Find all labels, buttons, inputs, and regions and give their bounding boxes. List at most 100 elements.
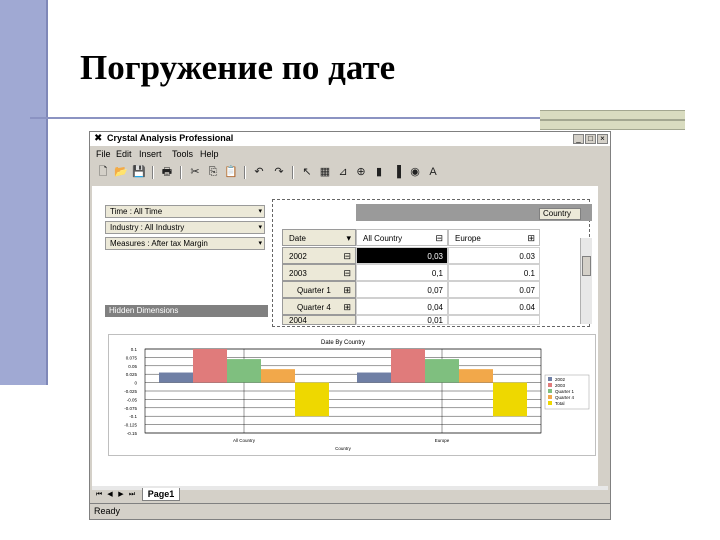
- legend-label: 2002: [555, 377, 566, 382]
- chart-bar-icon[interactable]: ▮: [372, 165, 386, 179]
- title-underline: [30, 117, 540, 119]
- chart-container[interactable]: Date By Country 0.1 0.075 0.05 0.025 0 -0.025 -…: [108, 334, 596, 456]
- chevron-down-icon[interactable]: ▾: [346, 230, 351, 245]
- window-title: Crystal Analysis Professional: [107, 133, 234, 143]
- menu-insert[interactable]: Insert: [139, 149, 162, 159]
- legend-swatch: [548, 395, 552, 399]
- y-tick-label: 0.05: [128, 364, 137, 369]
- chart-bar: [227, 359, 261, 383]
- scrollbar-thumb[interactable]: [582, 256, 591, 276]
- main-toolbar: 🗋 📂 💾 🖶 ✂ ⎘ 📋 ↶ ↷ ↖ ▦ ⊿ ⊕ ▮ ▐ ◉ A: [92, 163, 608, 183]
- window-titlebar[interactable]: ✖ Crystal Analysis Professional _ □ ×: [90, 132, 610, 146]
- paste-icon[interactable]: 📋: [224, 165, 238, 179]
- maximize-button[interactable]: □: [585, 134, 596, 144]
- menu-edit[interactable]: Edit: [116, 149, 132, 159]
- dimension-industry[interactable]: Industry : All Industry ▾: [105, 221, 265, 234]
- y-tick-label: 0: [134, 381, 137, 386]
- last-sheet-icon[interactable]: ⏭: [127, 489, 137, 500]
- grid-cell[interactable]: 0.07: [448, 281, 540, 298]
- column-header-all-country[interactable]: All Country ⊟: [356, 229, 448, 246]
- toolbar-separator: [152, 166, 154, 179]
- prev-sheet-icon[interactable]: ◀: [105, 489, 115, 500]
- legend-swatch: [548, 401, 552, 405]
- sheet-tab-page1[interactable]: Page1: [142, 488, 180, 501]
- legend-swatch: [548, 383, 552, 387]
- grid-cell[interactable]: [448, 315, 540, 325]
- country-dimension-button[interactable]: Country: [539, 208, 581, 220]
- grid-vertical-scrollbar[interactable]: [580, 238, 592, 324]
- grid-cell[interactable]: 0,03: [356, 247, 448, 264]
- row-label: 2004: [289, 316, 307, 325]
- row-header-2002[interactable]: 2002 ⊟: [282, 247, 356, 264]
- dimension-label: Industry : All Industry: [110, 223, 185, 232]
- first-sheet-icon[interactable]: ⏮: [94, 489, 104, 500]
- insert-chart-icon[interactable]: ⊿: [336, 165, 350, 179]
- grid-cell[interactable]: 0.1: [448, 264, 540, 281]
- dimension-time[interactable]: Time : All Time ▾: [105, 205, 265, 218]
- row-header-2003[interactable]: 2003 ⊟: [282, 264, 356, 281]
- dimension-label: Time : All Time: [110, 207, 163, 216]
- chevron-down-icon[interactable]: ▾: [258, 222, 262, 233]
- app-logo-icon: ✖: [94, 133, 103, 144]
- row-dimension-label: Date: [289, 234, 306, 243]
- pointer-icon[interactable]: ↖: [300, 165, 314, 179]
- cut-icon[interactable]: ✂: [188, 165, 202, 179]
- zoom-icon[interactable]: ⊕: [354, 165, 368, 179]
- chart-bar: [459, 369, 493, 383]
- expand-icon[interactable]: ⊞: [343, 282, 351, 297]
- grid-cell[interactable]: 0,01: [356, 315, 448, 325]
- row-label: 2002: [289, 252, 307, 261]
- report-workspace: Time : All Time ▾ Industry : All Industr…: [92, 186, 598, 486]
- minimize-button[interactable]: _: [573, 134, 584, 144]
- expand-icon[interactable]: ⊞: [527, 230, 535, 245]
- chart-bar: [295, 382, 329, 417]
- collapse-icon[interactable]: ⊟: [343, 248, 351, 263]
- grid-cell[interactable]: 0,1: [356, 264, 448, 281]
- palette-icon[interactable]: ◉: [408, 165, 422, 179]
- chevron-down-icon[interactable]: ▾: [258, 238, 262, 249]
- bar-chart: Date By Country 0.1 0.075 0.05 0.025 0 -0.025 -…: [124, 340, 590, 451]
- close-button[interactable]: ×: [597, 134, 608, 144]
- row-header-quarter-4[interactable]: Quarter 4 ⊞: [282, 298, 356, 315]
- expand-icon[interactable]: ⊞: [343, 299, 351, 314]
- chart-bar: [261, 369, 295, 383]
- x-axis-label: Country: [335, 446, 352, 451]
- column-header-europe[interactable]: Europe ⊞: [448, 229, 540, 246]
- chart-title: Date By Country: [321, 340, 365, 346]
- open-folder-icon[interactable]: 📂: [114, 165, 128, 179]
- chevron-down-icon[interactable]: ▾: [258, 206, 262, 217]
- chart-bar: [493, 382, 527, 417]
- legend-swatch: [548, 377, 552, 381]
- collapse-icon[interactable]: ⊟: [343, 265, 351, 280]
- save-icon[interactable]: 💾: [132, 165, 146, 179]
- grid-cell[interactable]: 0,07: [356, 281, 448, 298]
- redo-icon[interactable]: ↷: [272, 165, 286, 179]
- x-tick-label: Europe: [435, 438, 450, 443]
- row-dimension-header[interactable]: Date ▾: [282, 229, 356, 246]
- y-tick-label: -0.05: [127, 397, 138, 402]
- grid-cell[interactable]: 0.04: [448, 298, 540, 315]
- menu-help[interactable]: Help: [200, 149, 219, 159]
- grid-cell[interactable]: 0,04: [356, 298, 448, 315]
- chart-bar: [425, 359, 459, 383]
- chart-bar: [193, 349, 227, 383]
- menu-file[interactable]: File: [96, 149, 111, 159]
- new-file-icon[interactable]: 🗋: [96, 165, 110, 179]
- print-icon[interactable]: 🖶: [160, 165, 174, 179]
- text-format-icon[interactable]: A: [426, 165, 440, 179]
- color-bars-icon[interactable]: ▐: [390, 165, 404, 179]
- row-header-2004[interactable]: 2004: [282, 315, 356, 325]
- dimension-measures[interactable]: Measures : After tax Margin ▾: [105, 237, 265, 250]
- insert-grid-icon[interactable]: ▦: [318, 165, 332, 179]
- copy-icon[interactable]: ⎘: [206, 165, 220, 179]
- collapse-icon[interactable]: ⊟: [435, 230, 443, 245]
- next-sheet-icon[interactable]: ▶: [116, 489, 126, 500]
- row-header-quarter-1[interactable]: Quarter 1 ⊞: [282, 281, 356, 298]
- grid-cell[interactable]: 0.03: [448, 247, 540, 264]
- menu-tools[interactable]: Tools: [172, 149, 193, 159]
- undo-icon[interactable]: ↶: [252, 165, 266, 179]
- toolbar-separator: [292, 166, 294, 179]
- chart-bar: [391, 349, 425, 383]
- hidden-dimensions-bar[interactable]: Hidden Dimensions: [105, 305, 268, 317]
- toolbar-separator: [180, 166, 182, 179]
